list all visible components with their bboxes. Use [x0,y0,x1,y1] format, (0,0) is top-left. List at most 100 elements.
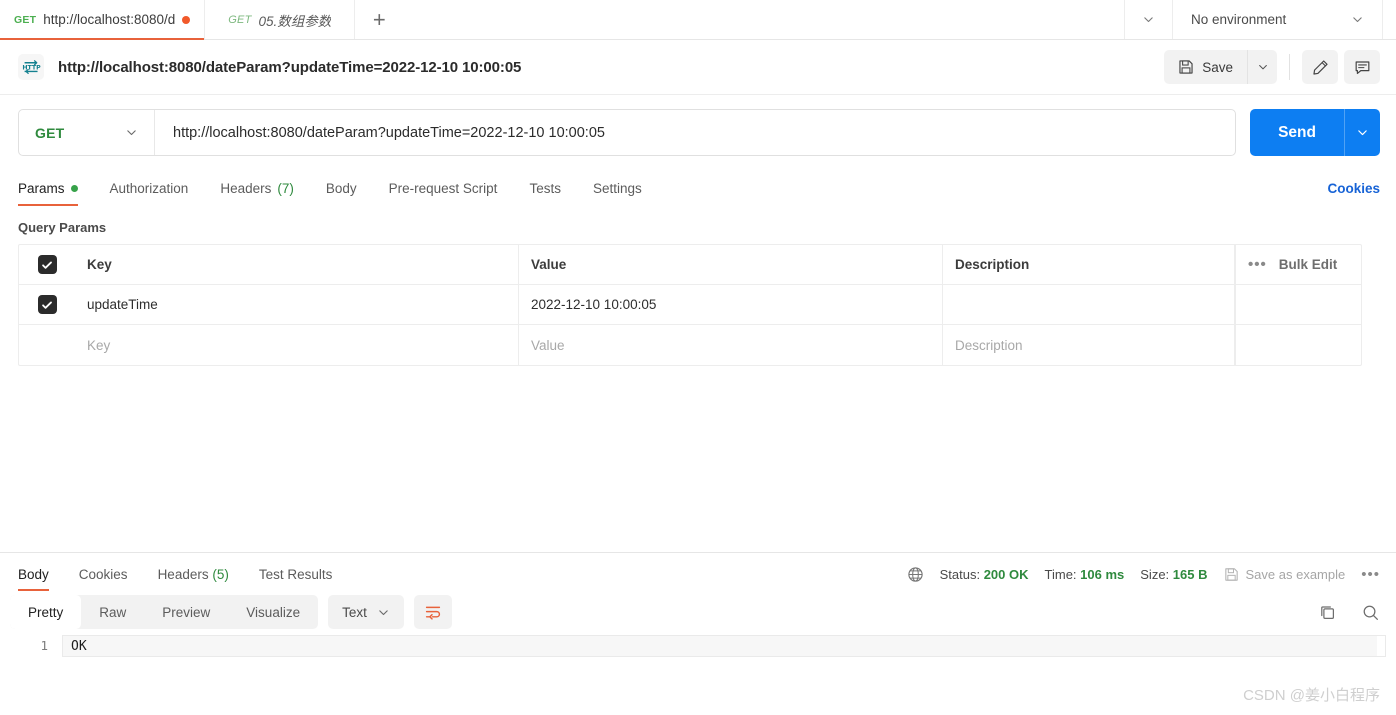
environment-chevron-down-icon [1351,13,1364,26]
response-body-line-1[interactable]: OK [62,635,1377,657]
search-icon[interactable] [1361,603,1380,622]
request-header-bar: HTTP http://localhost:8080/dateParam?upd… [0,40,1396,95]
status-label: Status: [939,567,981,582]
row-0-checkbox[interactable] [37,295,57,314]
copy-icon[interactable] [1318,603,1337,622]
response-tab-cookies-label: Cookies [78,567,128,582]
request-tab-1[interactable]: GET 05.数组参数 [205,0,356,39]
cookies-link[interactable]: Cookies [1327,181,1380,206]
tab-list-chevron-down-icon[interactable] [1124,0,1172,39]
http-method-label: GET [35,124,65,141]
save-as-example-button[interactable]: Save as example [1224,567,1345,582]
time-badge: Time: 106 ms [1045,567,1125,582]
url-box: GET http://localhost:8080/dateParam?upda… [18,109,1237,156]
line-number-gutter: 1 [0,635,62,657]
unsaved-changes-dot [182,15,191,24]
response-toolbar: Pretty Raw Preview Visualize Text [0,591,1396,635]
response-tab-test-results[interactable]: Test Results [251,567,341,591]
tab-body[interactable]: Body [326,181,357,206]
save-options-chevron-down-icon[interactable] [1247,50,1277,84]
new-row-value-input[interactable]: Value [519,325,943,365]
row-checkbox-cell [19,285,75,324]
request-tab-0-method: GET [14,13,37,26]
column-header-value: Value [519,245,943,284]
select-all-checkbox[interactable] [37,255,57,274]
comment-icon [1354,59,1371,76]
tab-settings[interactable]: Settings [593,181,642,206]
response-tabs: Body Cookies Headers (5) Test Results St… [0,553,1396,591]
url-input[interactable]: http://localhost:8080/dateParam?updateTi… [155,110,1235,155]
row-0-tools-cell [1235,285,1361,324]
url-bar-row: GET http://localhost:8080/dateParam?upda… [0,95,1396,170]
request-tab-1-title: 05.数组参数 [258,13,332,29]
response-toolbar-right [1318,603,1380,622]
response-pane: Body Cookies Headers (5) Test Results St… [0,552,1396,715]
tab-headers[interactable]: Headers (7) [220,181,294,206]
time-value: 106 ms [1080,567,1125,582]
tab-authorization[interactable]: Authorization [110,181,189,206]
table-row: updateTime 2022-12-10 10:00:05 [19,285,1361,325]
pencil-icon [1312,59,1329,76]
table-row: Key Value Description [19,325,1361,365]
tab-params[interactable]: Params [18,181,78,206]
response-format-label: Text [342,604,367,620]
new-row-tools-cell [1235,325,1361,365]
view-mode-preview[interactable]: Preview [144,595,228,629]
send-options-chevron-down-icon[interactable] [1344,109,1380,156]
wrap-lines-icon [424,603,442,621]
row-0-value-input[interactable]: 2022-12-10 10:00:05 [519,285,943,324]
column-header-description: Description [943,245,1235,284]
tab-pre-request-script-label: Pre-request Script [388,181,498,196]
response-format-selector[interactable]: Text [328,595,404,629]
http-method-selector[interactable]: GET [19,110,155,155]
tabbar-spacer [403,0,1124,39]
send-button[interactable]: Send [1250,109,1344,156]
response-tab-body[interactable]: Body [10,567,57,591]
tab-authorization-label: Authorization [109,181,189,196]
save-button[interactable]: Save [1164,50,1247,84]
row-0-description-input[interactable] [943,285,1235,324]
time-label: Time: [1044,567,1077,582]
request-tab-0-title: http://localhost:8080/d [43,12,176,27]
format-chevron-down-icon [377,606,390,619]
comment-button[interactable] [1344,50,1380,84]
response-more-options-icon[interactable]: ••• [1361,567,1380,582]
query-params-title: Query Params [18,220,107,235]
row-0-key-input[interactable]: updateTime [75,285,519,324]
tab-tests-label: Tests [529,181,561,196]
tab-params-label: Params [18,181,65,196]
response-tab-cookies[interactable]: Cookies [71,567,136,591]
new-tab-button[interactable]: + [355,0,403,39]
send-button-group: Send [1250,109,1380,156]
response-tab-headers[interactable]: Headers (5) [150,567,237,591]
new-row-description-input[interactable]: Description [943,325,1235,365]
response-view-mode-group: Pretty Raw Preview Visualize [10,595,319,629]
new-row-key-input[interactable]: Key [75,325,519,365]
more-options-icon[interactable]: ••• [1248,257,1267,272]
request-title: http://localhost:8080/dateParam?updateTi… [58,58,522,76]
tab-headers-label: Headers [220,181,272,196]
view-mode-visualize[interactable]: Visualize [228,595,318,629]
environment-label: No environment [1191,12,1287,27]
table-header-row: Key Value Description ••• Bulk Edit [19,245,1361,285]
new-row-checkbox-cell [19,325,75,365]
bulk-edit-button[interactable]: Bulk Edit [1279,257,1338,272]
table-tools-cell: ••• Bulk Edit [1235,245,1361,284]
edit-request-button[interactable] [1302,50,1338,84]
response-vertical-scrollbar[interactable] [1377,635,1386,657]
wrap-lines-button[interactable] [413,595,452,629]
view-mode-pretty[interactable]: Pretty [10,595,82,629]
response-tab-headers-label: Headers [157,567,209,582]
size-badge: Size: 165 B [1140,567,1207,582]
tab-pre-request-script[interactable]: Pre-request Script [389,181,498,206]
environment-selector[interactable]: No environment [1172,0,1382,39]
response-body-viewer: 1 OK [0,635,1396,657]
save-button-label: Save [1202,59,1233,75]
tab-headers-count: (7) [277,181,294,196]
status-value: 200 OK [983,567,1029,582]
tab-tests[interactable]: Tests [529,181,561,206]
view-mode-raw[interactable]: Raw [81,595,144,629]
globe-icon [907,566,924,583]
request-tab-0[interactable]: GET http://localhost:8080/d [0,0,206,40]
header-divider [1289,54,1290,80]
